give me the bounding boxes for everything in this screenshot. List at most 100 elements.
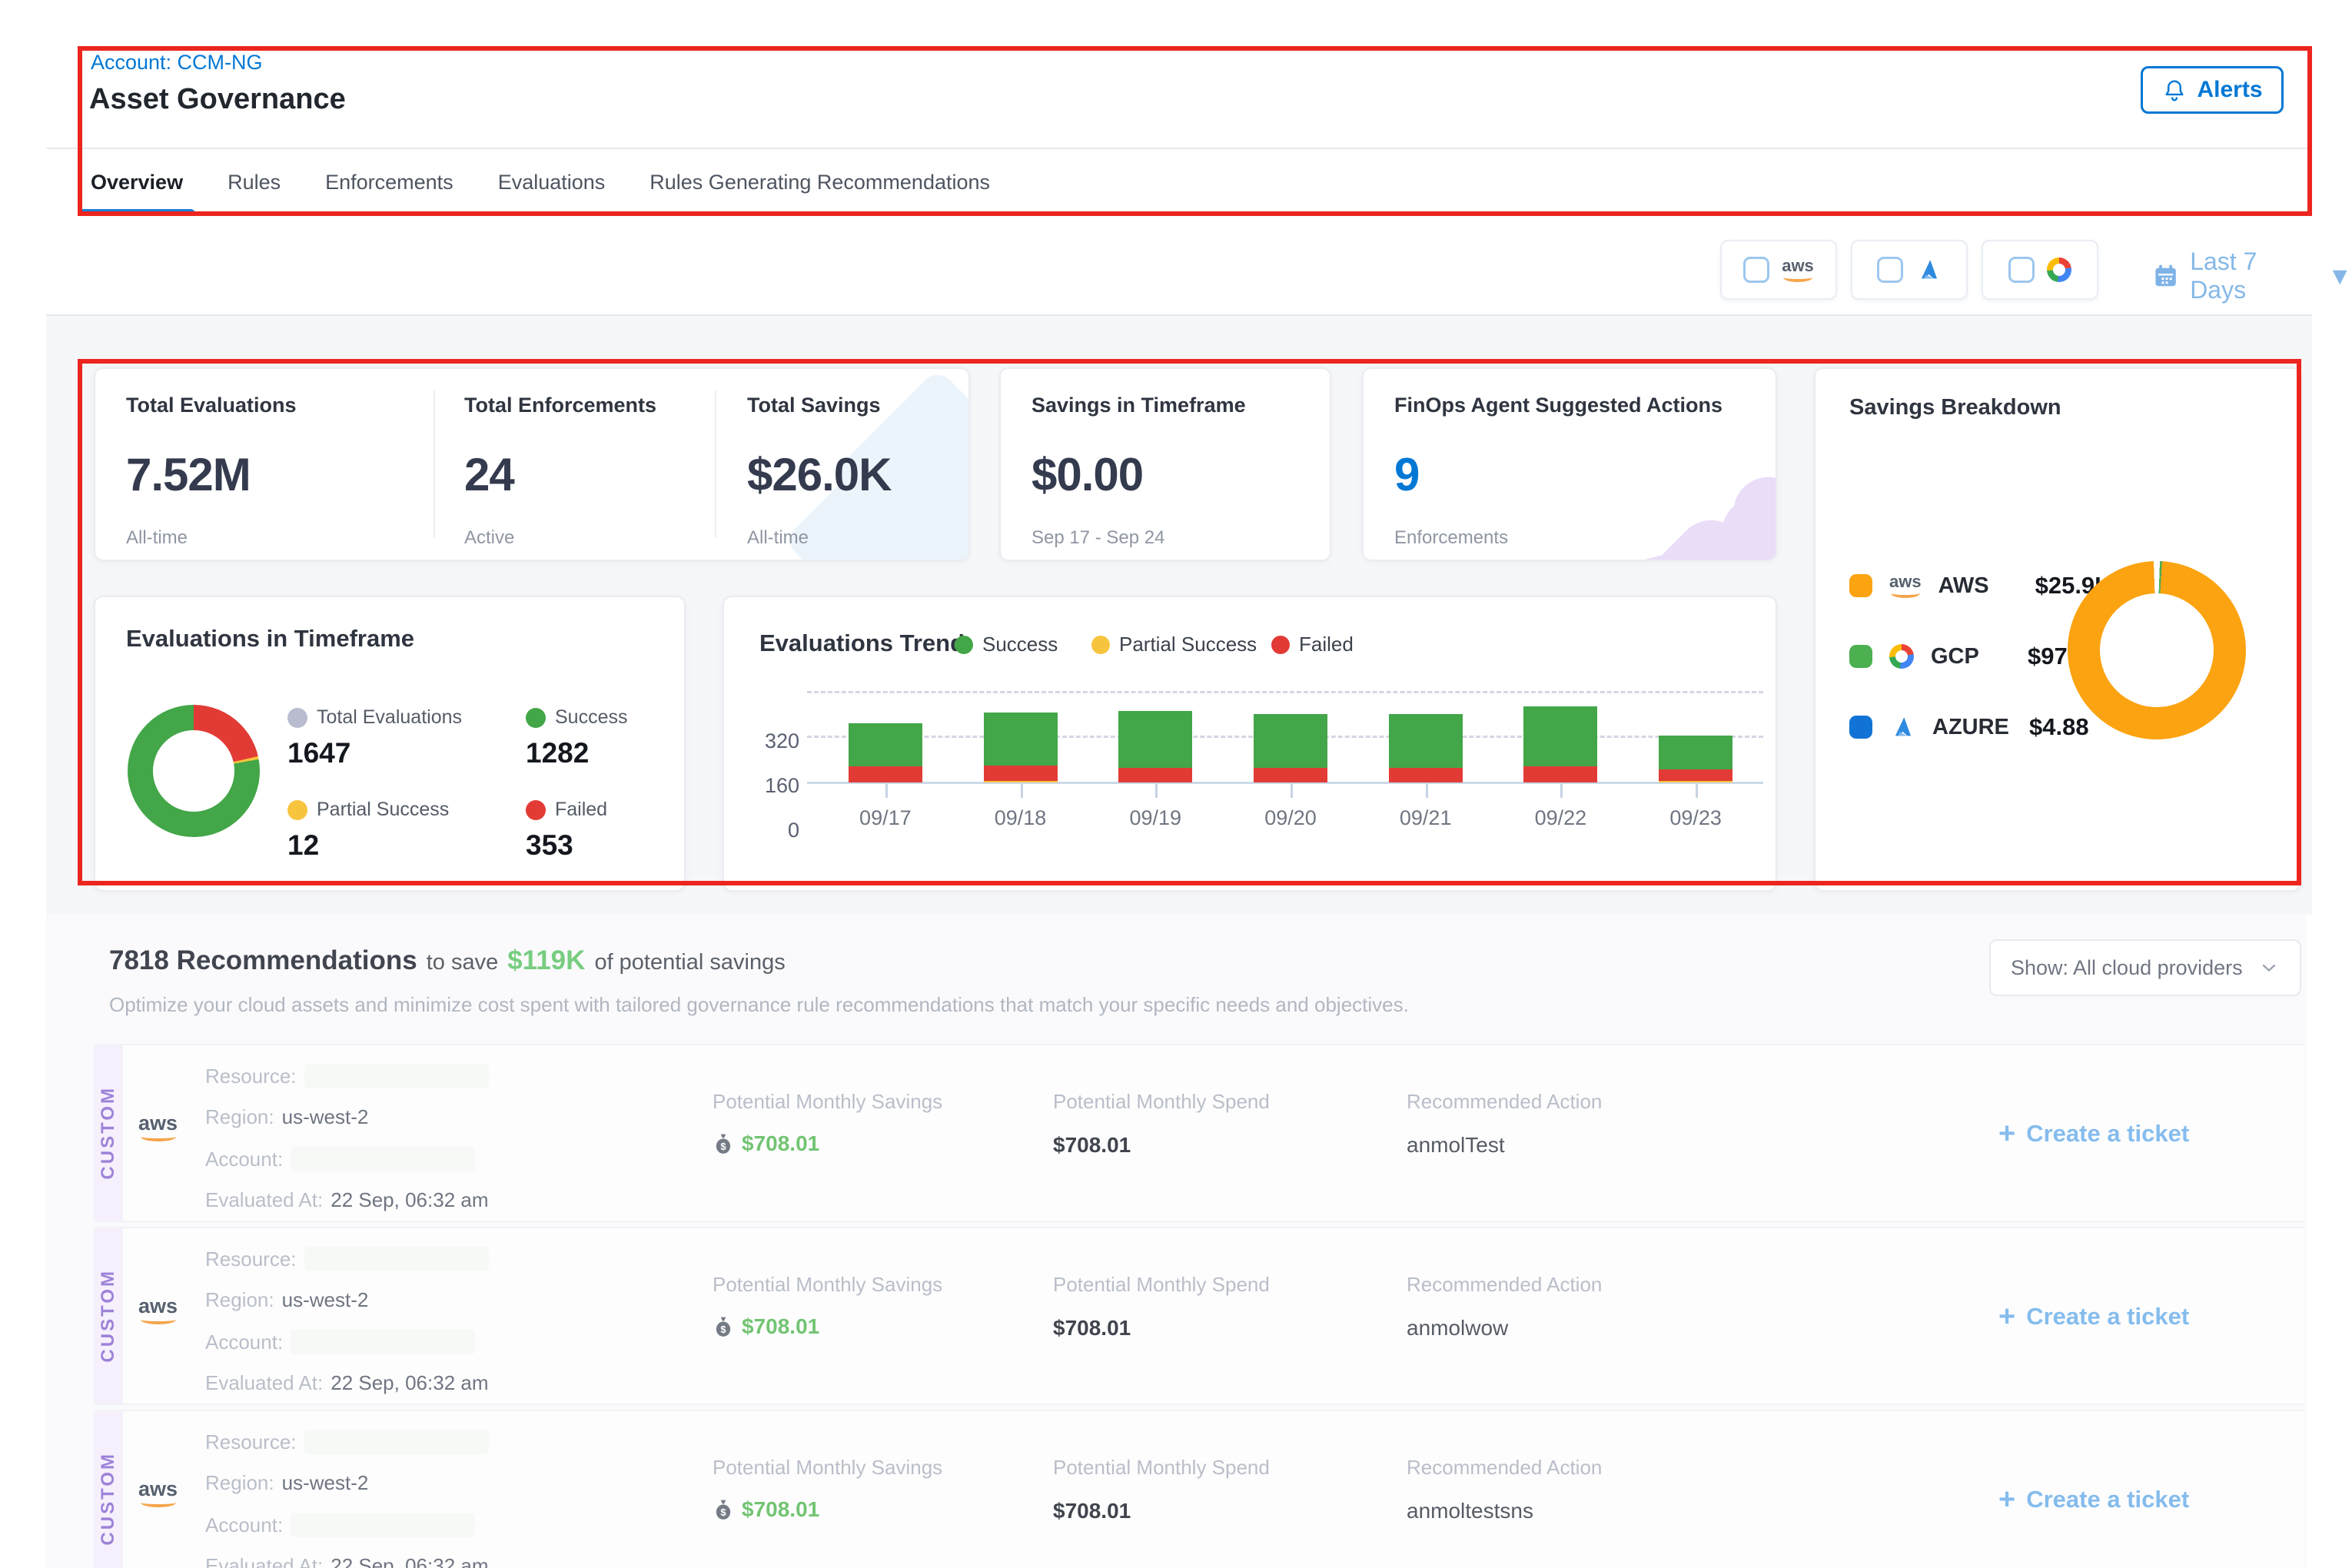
- potential-savings-amount: $119K: [507, 945, 585, 976]
- legend-label: Failed: [555, 799, 607, 821]
- region-value: us-west-2: [282, 1471, 369, 1495]
- account-label: Account:: [205, 1330, 283, 1354]
- bar-segment-success: [1118, 711, 1192, 768]
- savings-column-label: Potential Monthly Savings: [713, 1090, 942, 1114]
- create-ticket-button[interactable]: + Create a ticket: [1998, 1119, 2189, 1148]
- x-axis-tick: [1426, 784, 1428, 798]
- gcp-checkbox[interactable]: [2008, 257, 2035, 283]
- stat-divider: [715, 390, 716, 538]
- azure-checkbox[interactable]: [1877, 257, 1903, 283]
- create-ticket-button[interactable]: + Create a ticket: [1998, 1302, 2189, 1331]
- recommendations-count: 7818 Recommendations: [109, 945, 417, 976]
- cloud-provider-filter-dropdown[interactable]: Show: All cloud providers: [1989, 939, 2301, 996]
- date-range-label: Last 7 Days: [2190, 247, 2317, 304]
- azure-logo-icon: [1889, 714, 1915, 740]
- legend-value: 1647: [287, 737, 350, 769]
- finops-actions-card: FinOps Agent Suggested Actions 9 Enforce…: [1362, 367, 1777, 561]
- aws-checkbox[interactable]: [1743, 257, 1769, 283]
- azure-logo-icon: [1915, 257, 1942, 283]
- savings-column-label: Potential Monthly Savings: [713, 1273, 942, 1297]
- stat-value: 9: [1394, 448, 1722, 501]
- stat-label: FinOps Agent Suggested Actions: [1394, 394, 1722, 417]
- account-breadcrumb[interactable]: Account: CCM-NG: [91, 51, 263, 75]
- spend-column-label: Potential Monthly Spend: [1053, 1456, 1270, 1480]
- redacted-account-value: [291, 1513, 475, 1537]
- total-evaluations-dot: [287, 708, 307, 728]
- x-axis-label: 09/22: [1535, 806, 1587, 830]
- bar-segment-failed: [1118, 768, 1192, 782]
- stat-label: Savings in Timeframe: [1031, 394, 1246, 417]
- stat-label: Total Enforcements: [464, 394, 656, 417]
- spend-value: $708.01: [1053, 1133, 1131, 1158]
- account-label: Account:: [205, 1148, 283, 1171]
- bar-segment-success: [849, 723, 922, 766]
- gcp-logo-icon: [1889, 644, 1914, 669]
- tab-rules[interactable]: Rules: [228, 171, 281, 216]
- legend-value: 1282: [526, 737, 589, 769]
- savings-breakdown-card: Savings Breakdown aws AWS $25.9K GCP $97…: [1814, 367, 2301, 892]
- legend-label: Partial Success: [317, 799, 449, 821]
- tab-overview[interactable]: Overview: [91, 171, 183, 216]
- provider-name: AWS: [1938, 573, 2018, 599]
- create-ticket-label: Create a ticket: [2026, 1486, 2189, 1513]
- x-axis-tick: [1021, 784, 1023, 798]
- create-ticket-button[interactable]: + Create a ticket: [1998, 1485, 2189, 1514]
- aws-filter-button[interactable]: aws: [1720, 240, 1837, 300]
- svg-text:$: $: [720, 1141, 726, 1152]
- x-axis-label: 09/17: [859, 806, 912, 830]
- money-bag-icon: $: [713, 1316, 734, 1337]
- svg-text:$: $: [720, 1324, 726, 1335]
- region-label: Region:: [205, 1288, 274, 1312]
- redacted-resource-value: [304, 1430, 489, 1454]
- stat-label: Total Evaluations: [126, 394, 297, 417]
- trend-bar-09/19: 09/19: [1088, 686, 1223, 782]
- evaluated-label: Evaluated At:: [205, 1371, 323, 1395]
- gcp-filter-button[interactable]: [1982, 240, 2098, 300]
- stat-sub: Active: [464, 527, 656, 549]
- action-value: anmolTest: [1407, 1133, 1505, 1158]
- trend-bar-09/22: 09/22: [1493, 686, 1629, 782]
- create-ticket-label: Create a ticket: [2026, 1303, 2189, 1330]
- azure-filter-button[interactable]: [1851, 240, 1968, 300]
- bar-segment-partial-success: [1659, 781, 1732, 782]
- tab-enforcements[interactable]: Enforcements: [325, 171, 453, 216]
- failed-dot: [1271, 636, 1290, 654]
- alerts-button[interactable]: Alerts: [2141, 66, 2284, 114]
- success-dot: [526, 708, 546, 728]
- trend-legend-partial: Partial Success: [1091, 633, 1257, 656]
- resource-label: Resource:: [205, 1247, 297, 1271]
- custom-tag-band: CUSTOM: [94, 1045, 123, 1221]
- chevron-down-icon: [2258, 957, 2280, 978]
- partial-success-dot: [287, 800, 307, 820]
- date-range-selector[interactable]: Last 7 Days ▼: [2152, 247, 2352, 304]
- calendar-icon: [2152, 262, 2179, 290]
- stat-value: $0.00: [1031, 448, 1246, 501]
- tab-rules-generating-recommendations[interactable]: Rules Generating Recommendations: [649, 171, 990, 216]
- aws-logo-icon: aws: [138, 1113, 178, 1141]
- bar-segment-failed: [1389, 768, 1463, 782]
- azure-swatch: [1849, 716, 1872, 739]
- aws-swatch: [1849, 574, 1872, 597]
- gcp-swatch: [1849, 645, 1872, 668]
- summary-stats-card: Total Evaluations 7.52M All-time Total E…: [94, 367, 970, 561]
- evaluated-label: Evaluated At:: [205, 1188, 323, 1212]
- evaluated-value: 22 Sep, 06:32 am: [331, 1188, 488, 1212]
- create-ticket-label: Create a ticket: [2026, 1120, 2189, 1148]
- tab-evaluations[interactable]: Evaluations: [498, 171, 606, 216]
- spend-column-label: Potential Monthly Spend: [1053, 1273, 1270, 1297]
- evaluations-donut-chart: [128, 705, 260, 837]
- aws-logo-icon: aws: [138, 1479, 178, 1507]
- aws-logo-icon: aws: [1889, 573, 1922, 598]
- redacted-account-value: [291, 1330, 475, 1354]
- bar-segment-failed: [849, 766, 922, 782]
- custom-tag: CUSTOM: [98, 1452, 119, 1546]
- trend-bar-09/18: 09/18: [953, 686, 1088, 782]
- stat-value: 7.52M: [126, 448, 297, 501]
- card-title: Savings Breakdown: [1849, 395, 2061, 420]
- trend-legend-success: Success: [955, 633, 1058, 656]
- resource-label: Resource:: [205, 1430, 297, 1454]
- account-label: Account:: [205, 1513, 283, 1537]
- alerts-label: Alerts: [2197, 77, 2262, 103]
- action-column-label: Recommended Action: [1407, 1090, 1602, 1114]
- header-divider: [46, 148, 2312, 149]
